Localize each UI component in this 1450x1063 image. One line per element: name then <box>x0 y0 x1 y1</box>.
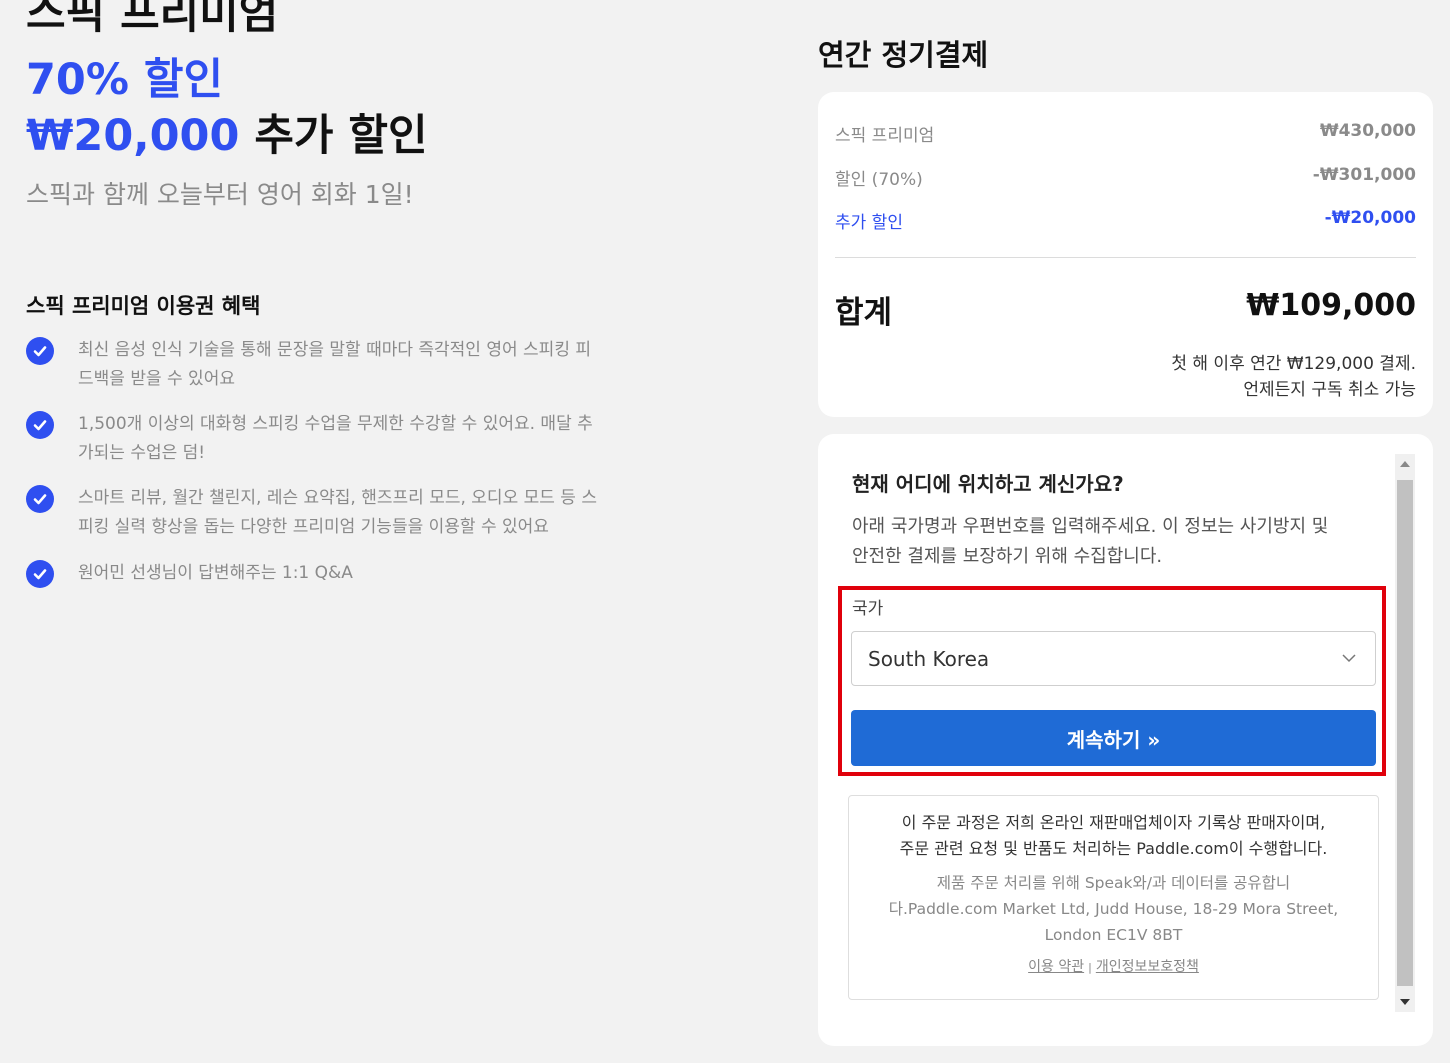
benefit-text-line: 가되는 수업은 덤! <box>78 443 206 463</box>
continue-button[interactable]: 계속하기 » <box>851 710 1376 766</box>
hero-title: 스픽 프리미엄 <box>26 0 279 39</box>
country-label: 국가 <box>852 599 884 619</box>
check-circle-icon <box>26 485 54 513</box>
benefit-item: 원어민 선생님이 답변해주는 1:1 Q&A <box>26 559 646 588</box>
link-separator: | <box>1088 961 1092 974</box>
summary-value: -₩301,000 <box>1312 165 1416 185</box>
legal-links: 이용 약관 | 개인정보보호정책 <box>849 956 1378 976</box>
legal-notice: 이 주문 과정은 저희 온라인 재판매업체이자 기록상 판매자이며, 주문 관련 … <box>848 795 1379 1000</box>
check-circle-icon <box>26 337 54 365</box>
benefits-title: 스픽 프리미엄 이용권 혜택 <box>26 294 261 318</box>
hero-subtitle: 스픽과 함께 오늘부터 영어 회화 1일! <box>26 180 414 209</box>
check-circle-icon <box>26 560 54 588</box>
chevron-down-icon <box>1342 654 1356 663</box>
scrollbar-thumb[interactable] <box>1397 480 1413 986</box>
legal-main-line: 이 주문 과정은 저희 온라인 재판매업체이자 기록상 판매자이며, <box>901 813 1326 832</box>
benefit-text-line: 드백을 받을 수 있어요 <box>78 369 235 389</box>
total-value: ₩109,000 <box>1246 288 1416 323</box>
summary-label: 할인 (70%) <box>835 170 923 190</box>
summary-value: ₩430,000 <box>1319 121 1416 141</box>
benefit-text-line: 스마트 리뷰, 월간 챌린지, 레슨 요약집, 핸즈프리 모드, 오디오 모드 … <box>78 488 597 508</box>
legal-sub-line: 제품 주문 처리를 위해 Speak와/과 데이터를 공유합니 <box>936 874 1291 892</box>
country-select[interactable]: South Korea <box>851 631 1376 686</box>
summary-value: -₩20,000 <box>1324 208 1416 228</box>
description-line: 안전한 결제를 보장하기 위해 수집합니다. <box>852 546 1163 567</box>
scroll-down-arrow-icon[interactable] <box>1395 992 1415 1012</box>
legal-main-text: 이 주문 과정은 저희 온라인 재판매업체이자 기록상 판매자이며, 주문 관련 … <box>861 810 1366 862</box>
hero-extra-discount: ₩20,000 추가 할인 <box>26 108 428 164</box>
legal-sub-line: London EC1V 8BT <box>1044 926 1183 944</box>
summary-row-extra-discount: 추가 할인 -₩20,000 <box>835 208 1416 233</box>
extra-discount-amount: ₩20,000 <box>26 111 240 161</box>
legal-sub-line: 다.Paddle.com Market Ltd, Judd House, 18-… <box>888 900 1339 918</box>
renewal-note: 첫 해 이후 연간 ₩129,000 결제. <box>1171 354 1416 374</box>
summary-label: 추가 할인 <box>835 213 903 233</box>
benefit-item: 최신 음성 인식 기술을 통해 문장을 말할 때마다 즉각적인 영어 스피킹 피… <box>26 336 646 394</box>
scrollbar[interactable] <box>1395 454 1415 1012</box>
benefit-text-line: 원어민 선생님이 답변해주는 1:1 Q&A <box>78 563 353 583</box>
extra-discount-label: 추가 할인 <box>239 111 428 161</box>
benefit-item: 스마트 리뷰, 월간 챌린지, 레슨 요약집, 핸즈프리 모드, 오디오 모드 … <box>26 484 646 542</box>
terms-link[interactable]: 이용 약관 <box>1028 959 1084 975</box>
location-description: 아래 국가명과 우편번호를 입력해주세요. 이 정보는 사기방지 및안전한 결제… <box>852 512 1392 572</box>
checkout-card: 현재 어디에 위치하고 계신가요? 아래 국가명과 우편번호를 입력해주세요. … <box>818 434 1433 1046</box>
order-summary-card: 스픽 프리미엄 ₩430,000 할인 (70%) -₩301,000 추가 할… <box>818 92 1433 417</box>
summary-label: 스픽 프리미엄 <box>835 126 935 146</box>
legal-main-line: 주문 관련 요청 및 반품도 처리하는 Paddle.com이 수행합니다. <box>899 839 1328 858</box>
hero-discount: 70% 할인 <box>26 55 224 105</box>
plan-title: 연간 정기결제 <box>818 38 989 72</box>
check-circle-icon <box>26 411 54 439</box>
benefit-item: 1,500개 이상의 대화형 스피킹 수업을 무제한 수강할 수 있어요. 매달… <box>26 410 646 468</box>
summary-row-price: 스픽 프리미엄 ₩430,000 <box>835 121 1416 146</box>
summary-row-discount: 할인 (70%) -₩301,000 <box>835 165 1416 190</box>
description-line: 아래 국가명과 우편번호를 입력해주세요. 이 정보는 사기방지 및 <box>852 516 1329 537</box>
benefit-text-line: 1,500개 이상의 대화형 스피킹 수업을 무제한 수강할 수 있어요. 매달… <box>78 414 593 434</box>
benefit-text-line: 피킹 실력 향상을 돕는 다양한 프리미엄 기능들을 이용할 수 있어요 <box>78 517 549 537</box>
location-question: 현재 어디에 위치하고 계신가요? <box>852 472 1124 496</box>
cancel-note: 언제든지 구독 취소 가능 <box>1243 380 1416 400</box>
country-selected-value: South Korea <box>868 646 990 671</box>
scroll-up-arrow-icon[interactable] <box>1395 454 1415 474</box>
summary-divider <box>835 257 1416 258</box>
benefit-text-line: 최신 음성 인식 기술을 통해 문장을 말할 때마다 즉각적인 영어 스피킹 피 <box>78 340 592 360</box>
legal-sub-text: 제품 주문 처리를 위해 Speak와/과 데이터를 공유합니다.Paddle.… <box>861 870 1366 948</box>
total-label: 합계 <box>835 295 893 331</box>
privacy-link[interactable]: 개인정보보호정책 <box>1096 959 1199 975</box>
